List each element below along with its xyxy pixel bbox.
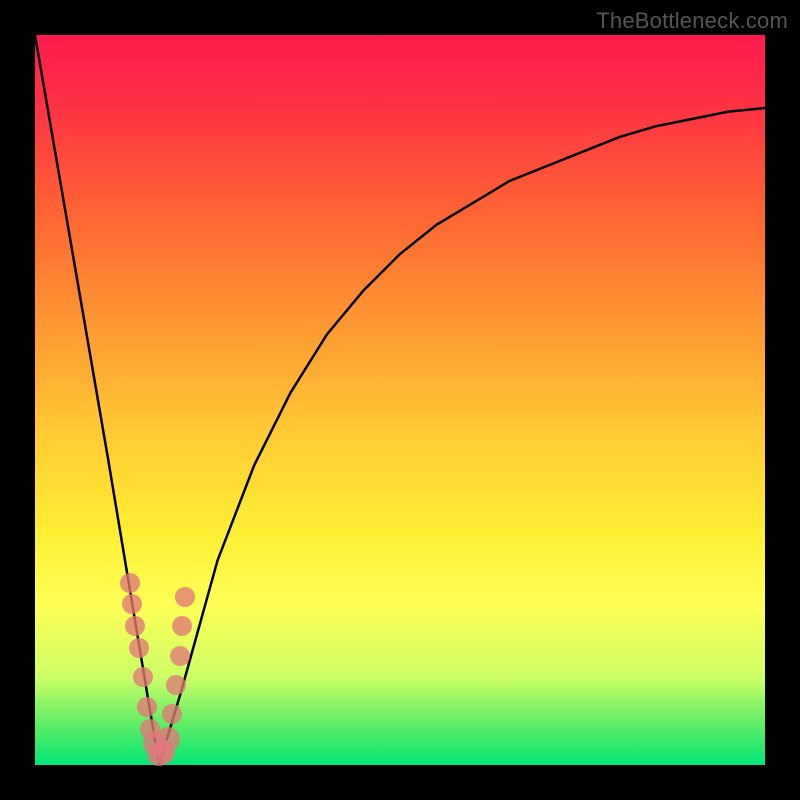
data-point (175, 587, 195, 607)
data-point (137, 697, 157, 717)
data-point (170, 646, 190, 666)
data-point (133, 667, 153, 687)
data-point (156, 727, 180, 751)
data-point (162, 704, 182, 724)
data-point (172, 616, 192, 636)
watermark-text: TheBottleneck.com (596, 8, 788, 34)
plot-area (35, 35, 765, 765)
data-point (122, 594, 142, 614)
data-point (129, 638, 149, 658)
data-point (125, 616, 145, 636)
data-point (120, 573, 140, 593)
chart-frame: TheBottleneck.com (0, 0, 800, 800)
data-point (166, 675, 186, 695)
